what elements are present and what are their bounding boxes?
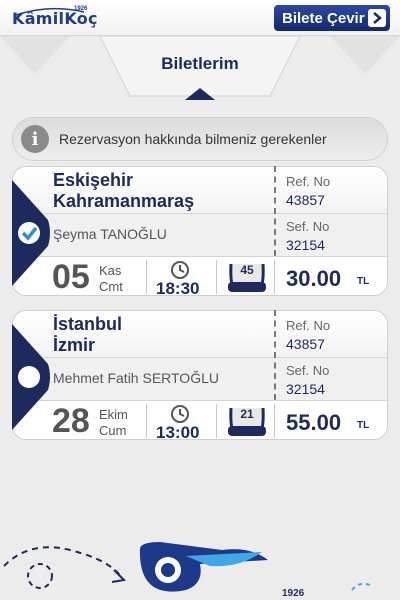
ticket-selector-tab[interactable]	[12, 324, 52, 430]
page-title: Biletlerim	[161, 54, 239, 73]
detail-divider	[216, 404, 217, 438]
detail-divider	[146, 260, 147, 294]
sef-no-label: Sef. No	[286, 219, 330, 234]
price-currency: TL	[357, 276, 370, 287]
info-icon: i	[21, 125, 49, 153]
ref-no-label: Ref. No	[286, 174, 331, 189]
travel-day: 05	[52, 258, 90, 296]
origin-city: Eskişehir	[53, 170, 134, 190]
detail-divider	[216, 260, 217, 294]
chevron-right-icon	[368, 9, 386, 27]
brand-logo-year: 1926	[74, 6, 88, 12]
checkmark-icon	[18, 222, 40, 244]
radio-empty-icon	[18, 366, 40, 388]
clock-icon	[171, 405, 189, 423]
passenger-name: Mehmet Fatih SERTOĞLU	[53, 370, 219, 386]
price-currency: TL	[357, 420, 370, 431]
ticket-card[interactable]: İstanbul İzmir Mehmet Fatih SERTOĞLU Ref…	[12, 310, 388, 442]
reservation-info-text: Rezervasyon hakkında bilmeniz gerekenler	[59, 131, 327, 147]
destination-city: İzmir	[53, 335, 96, 355]
footer-year: 1926	[282, 588, 305, 599]
ref-no-value: 43857	[286, 336, 325, 352]
travel-weekday: Cum	[99, 423, 127, 438]
ticket-price: 55.00	[286, 410, 342, 435]
departure-time: 18:30	[156, 279, 200, 298]
travel-weekday: Cmt	[99, 279, 123, 294]
travel-day: 28	[52, 402, 90, 440]
sef-no-value: 32154	[286, 237, 325, 253]
ticket-dashed-divider	[274, 310, 276, 400]
passenger-name: Şeyma TANOĞLU	[53, 226, 167, 242]
ticket-card[interactable]: Eskişehir Kahramanmaraş Şeyma TANOĞLU Re…	[12, 166, 388, 298]
top-bar: KâmilKoç 1926 Bilete Çevir	[0, 0, 400, 36]
ref-no-label: Ref. No	[286, 318, 331, 333]
footer-decoration	[3, 542, 373, 592]
ticket-selector-tab[interactable]	[12, 180, 52, 286]
convert-to-ticket-button[interactable]: Bilete Çevir	[274, 5, 390, 31]
reservation-info-bar[interactable]: i Rezervasyon hakkında bilmeniz gerekenl…	[12, 117, 388, 161]
detail-divider	[274, 260, 275, 294]
detail-divider	[274, 404, 275, 438]
ticket-price: 30.00	[286, 266, 342, 291]
destination-city: Kahramanmaraş	[53, 191, 195, 211]
seat-number: 21	[240, 407, 254, 421]
ticket-dashed-divider	[274, 166, 276, 256]
seat-number: 45	[240, 263, 254, 277]
origin-city: İstanbul	[53, 314, 123, 334]
clock-icon	[171, 261, 189, 279]
convert-to-ticket-label: Bilete Çevir	[282, 9, 365, 27]
travel-month: Kas	[99, 263, 122, 278]
ref-no-value: 43857	[286, 192, 325, 208]
departure-time: 13:00	[156, 423, 200, 442]
sef-no-value: 32154	[286, 381, 325, 397]
sef-no-label: Sef. No	[286, 363, 330, 378]
detail-divider	[146, 404, 147, 438]
travel-month: Ekim	[99, 407, 128, 422]
